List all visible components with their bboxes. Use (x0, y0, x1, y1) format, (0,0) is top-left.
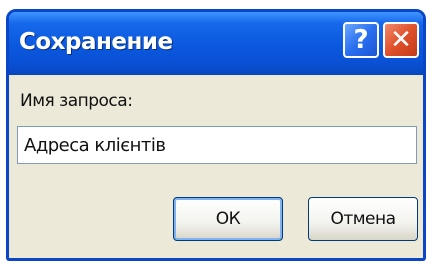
query-name-label: Имя запроса: (20, 91, 133, 111)
title-bar[interactable]: Сохранение ? ✕ (9, 12, 423, 75)
close-icon: ✕ (390, 25, 412, 55)
query-name-input[interactable] (17, 126, 417, 164)
help-button[interactable]: ? (343, 22, 379, 58)
help-icon: ? (353, 25, 369, 55)
dialog-body: Имя запроса: ОК Отмена (9, 75, 423, 258)
save-dialog: Сохранение ? ✕ Имя запроса: ОК Отмена (6, 9, 426, 261)
title-bar-buttons: ? ✕ (343, 22, 419, 58)
dialog-title: Сохранение (19, 28, 173, 55)
ok-button[interactable]: ОК (173, 197, 283, 241)
close-button[interactable]: ✕ (383, 22, 419, 58)
cancel-button[interactable]: Отмена (308, 197, 418, 241)
screen: Сохранение ? ✕ Имя запроса: ОК Отмена (0, 0, 434, 274)
